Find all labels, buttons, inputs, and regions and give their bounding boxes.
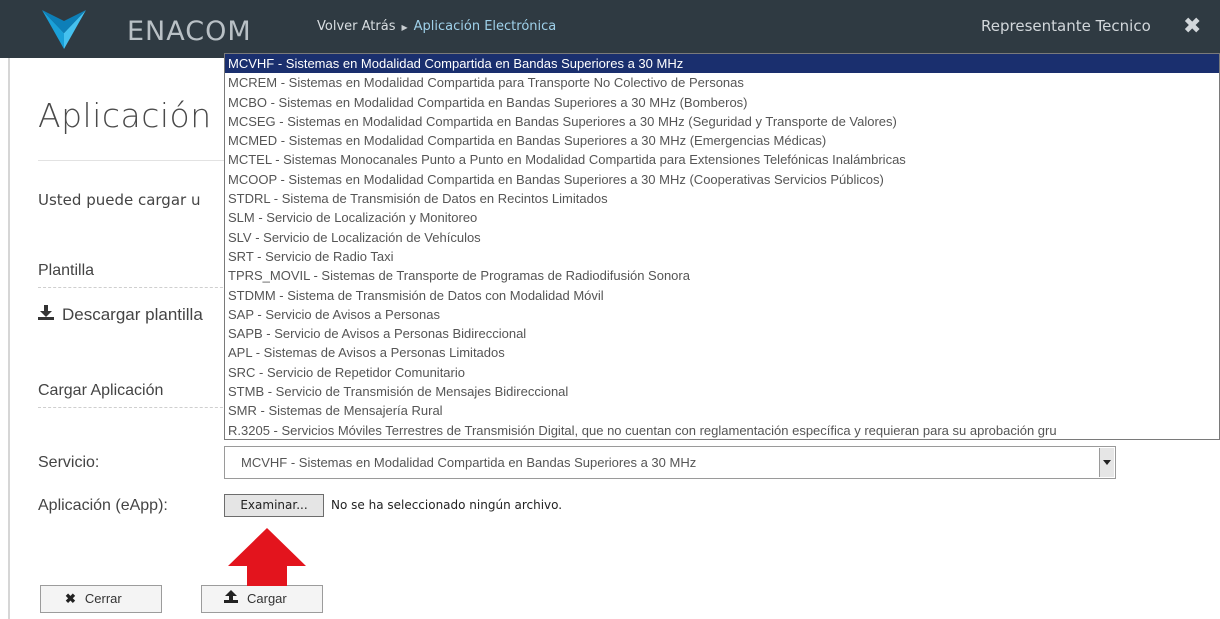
dropdown-option[interactable]: SLV - Servicio de Localización de Vehícu… (225, 228, 1219, 247)
dropdown-option[interactable]: MCSEG - Sistemas en Modalidad Compartida… (225, 112, 1219, 131)
dropdown-option[interactable]: R.3205 - Servicios Móviles Terrestres de… (225, 421, 1219, 439)
user-role[interactable]: Representante Tecnico (981, 17, 1151, 35)
dropdown-option[interactable]: MCVHF - Sistemas en Modalidad Compartida… (225, 54, 1219, 74)
dropdown-option[interactable]: SLM - Servicio de Localización y Monitor… (225, 208, 1219, 227)
dropdown-option[interactable]: SMR - Sistemas de Mensajería Rural (225, 401, 1219, 420)
close-icon: ✖ (65, 591, 76, 606)
upload-button-label: Cargar (247, 591, 287, 606)
modal-left-border (8, 58, 10, 619)
close-button[interactable]: ✖ Cerrar (40, 585, 162, 613)
download-template-link[interactable]: Descargar plantilla (38, 305, 203, 325)
download-template-label: Descargar plantilla (62, 305, 203, 324)
section-plantilla-heading: Plantilla (38, 262, 95, 279)
servicio-selected-value: MCVHF - Sistemas en Modalidad Compartida… (241, 455, 697, 470)
logo-icon (42, 10, 86, 49)
chevron-down-icon[interactable] (1099, 448, 1114, 477)
breadcrumb-current[interactable]: Aplicación Electrónica (414, 19, 557, 34)
dropdown-option[interactable]: SAPB - Servicio de Avisos a Personas Bid… (225, 324, 1219, 343)
dropdown-option[interactable]: MCMED - Sistemas en Modalidad Compartida… (225, 131, 1219, 150)
dropdown-option[interactable]: SRT - Servicio de Radio Taxi (225, 247, 1219, 266)
no-file-text: No se ha seleccionado ningún archivo. (331, 498, 563, 512)
upload-button[interactable]: Cargar (201, 585, 323, 613)
browse-file-button[interactable]: Examinar... (224, 494, 324, 517)
breadcrumb-back-link[interactable]: Volver Atrás (317, 19, 395, 34)
section-divider (38, 287, 228, 288)
breadcrumb: Volver Atrás ▶ Aplicación Electrónica (317, 19, 556, 34)
dropdown-option[interactable]: MCOOP - Sistemas en Modalidad Compartida… (225, 170, 1219, 189)
dropdown-option[interactable]: STDMM - Sistema de Transmisión de Datos … (225, 286, 1219, 305)
intro-text: Usted puede cargar u (38, 191, 201, 209)
brand-name: ENACOM (127, 16, 252, 47)
dropdown-option[interactable]: SRC - Servicio de Repetidor Comunitario (225, 363, 1219, 382)
section-cargar-heading: Cargar Aplicación (38, 382, 164, 399)
dropdown-option[interactable]: SAP - Servicio de Avisos a Personas (225, 305, 1219, 324)
download-icon (38, 305, 54, 324)
close-icon[interactable]: ✖ (1183, 14, 1201, 39)
breadcrumb-separator-icon: ▶ (401, 23, 408, 32)
dropdown-option[interactable]: STMB - Servicio de Transmisión de Mensaj… (225, 382, 1219, 401)
servicio-label: Servicio: (38, 454, 100, 471)
aplicacion-label: Aplicación (eApp): (38, 497, 168, 514)
dropdown-option[interactable]: TPRS_MOVIL - Sistemas de Transporte de P… (225, 266, 1219, 285)
upload-icon (224, 586, 238, 612)
page-title: Aplicación E (38, 96, 244, 135)
close-button-label: Cerrar (84, 591, 122, 606)
dropdown-option[interactable]: APL - Sistemas de Avisos a Personas Limi… (225, 343, 1219, 362)
dropdown-option[interactable]: MCBO - Sistemas en Modalidad Compartida … (225, 93, 1219, 112)
servicio-select[interactable]: MCVHF - Sistemas en Modalidad Compartida… (224, 446, 1116, 479)
dropdown-option[interactable]: STDRL - Sistema de Transmisión de Datos … (225, 189, 1219, 208)
servicio-dropdown-list[interactable]: MCVHF - Sistemas en Modalidad Compartida… (224, 53, 1220, 440)
dropdown-option[interactable]: MCREM - Sistemas en Modalidad Compartida… (225, 73, 1219, 92)
red-up-arrow-icon (228, 528, 306, 586)
enacom-logo[interactable]: ENACOM (40, 7, 251, 51)
dropdown-option[interactable]: MCTEL - Sistemas Monocanales Punto a Pun… (225, 150, 1219, 169)
section-divider (38, 407, 228, 408)
top-navbar: ENACOM Volver Atrás ▶ Aplicación Electróni… (0, 0, 1220, 58)
